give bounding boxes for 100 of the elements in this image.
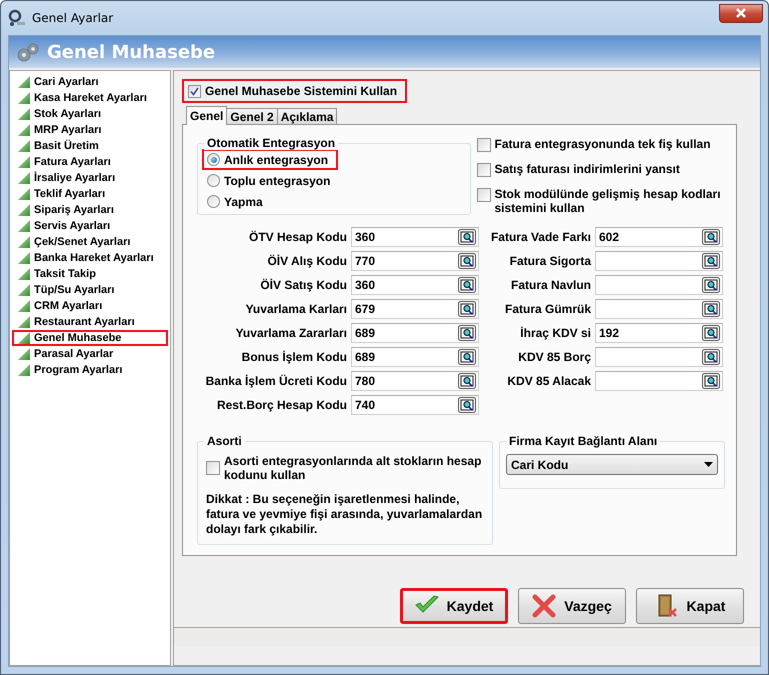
input-field[interactable]: 360 xyxy=(351,227,479,247)
lookup-icon[interactable] xyxy=(458,253,476,269)
lookup-icon[interactable] xyxy=(702,229,720,245)
input-field[interactable]: 780 xyxy=(351,371,479,391)
sidebar-item[interactable]: Parasal Ayarlar xyxy=(12,346,168,362)
field-label: ÖİV Satış Kodu xyxy=(259,278,347,292)
button[interactable]: Kapat xyxy=(636,588,744,624)
lookup-icon[interactable] xyxy=(702,349,720,365)
sidebar-item[interactable]: Cari Ayarları xyxy=(12,74,168,90)
checkbox[interactable] xyxy=(476,138,490,152)
gears-icon xyxy=(15,41,41,63)
sidebar-item[interactable]: Teklif Ayarları xyxy=(12,186,168,202)
input-field[interactable]: 602 xyxy=(595,227,723,247)
checkbox[interactable] xyxy=(476,163,490,177)
radio-option[interactable]: Yapma xyxy=(202,191,273,212)
tab[interactable]: Açıklama xyxy=(276,108,338,124)
triangle-icon xyxy=(18,76,30,88)
lookup-icon[interactable] xyxy=(458,349,476,365)
triangle-icon xyxy=(18,268,30,280)
sidebar-item[interactable]: Sipariş Ayarları xyxy=(12,202,168,218)
input-field[interactable]: 770 xyxy=(351,251,479,271)
triangle-icon xyxy=(18,124,30,136)
lookup-icon[interactable] xyxy=(458,301,476,317)
group-title: Otomatik Entegrasyon xyxy=(204,136,338,150)
lookup-icon[interactable] xyxy=(702,373,720,389)
close-icon xyxy=(735,8,747,18)
lookup-icon[interactable] xyxy=(458,277,476,293)
sidebar-item[interactable]: Program Ayarları xyxy=(12,362,168,378)
warning-note: Dikkat : Bu seçeneğin işaretlenmesi halinde, fatura ve yevmiye fişi arasında, yuvarlamalardan dolayı fark çıkabilir. xyxy=(206,492,484,537)
sidebar-item[interactable]: İrsaliye Ayarları xyxy=(12,170,168,186)
radio-option[interactable]: Anlık entegrasyon xyxy=(202,149,338,170)
lookup-icon[interactable] xyxy=(458,373,476,389)
sidebar-item[interactable]: Taksit Takip xyxy=(12,266,168,282)
input-field[interactable]: 740 xyxy=(351,395,479,415)
input-field[interactable]: 689 xyxy=(351,323,479,343)
sidebar-item[interactable]: Kasa Hareket Ayarları xyxy=(12,90,168,106)
checkbox-label: Satış faturası indirimlerini yansıt xyxy=(494,162,680,176)
lookup-icon[interactable] xyxy=(702,325,720,341)
checkbox-label: Fatura entegrasyonunda tek fiş kullan xyxy=(494,137,711,151)
button[interactable]: Kaydet xyxy=(400,588,508,624)
checkbox-label: Asorti entegrasyonlarında alt stokların hesap kodunu kullan xyxy=(224,454,482,482)
triangle-icon xyxy=(18,140,30,152)
dropdown[interactable]: Cari Kodu xyxy=(506,454,718,475)
checkbox[interactable] xyxy=(206,461,220,475)
triangle-icon xyxy=(18,188,30,200)
group-title: Firma Kayıt Bağlantı Alanı xyxy=(506,434,660,448)
sidebar-item[interactable]: Genel Muhasebe xyxy=(12,330,168,346)
sidebar-item[interactable]: Stok Ayarları xyxy=(12,106,168,122)
input-field[interactable] xyxy=(595,299,723,319)
sidebar-item[interactable]: Tüp/Su Ayarları xyxy=(12,282,168,298)
input-field[interactable] xyxy=(595,371,723,391)
sidebar-item[interactable]: Fatura Ayarları xyxy=(12,154,168,170)
sidebar-item[interactable]: MRP Ayarları xyxy=(12,122,168,138)
button[interactable]: Vazgeç xyxy=(518,588,626,624)
radio-button[interactable] xyxy=(207,153,220,166)
radio-button[interactable] xyxy=(207,174,220,187)
checkbox[interactable] xyxy=(188,84,201,98)
lookup-icon[interactable] xyxy=(458,325,476,341)
field-label: Rest.Borç Hesap Kodu xyxy=(216,398,347,412)
lookup-icon[interactable] xyxy=(702,301,720,317)
field-label: KDV 85 Borç xyxy=(517,350,591,364)
triangle-icon xyxy=(18,348,30,360)
input-field[interactable] xyxy=(595,251,723,271)
triangle-icon xyxy=(18,92,30,104)
tab[interactable]: Genel 2 xyxy=(226,108,278,124)
sidebar-item[interactable]: Servis Ayarları xyxy=(12,218,168,234)
field-label: ÖİV Alış Kodu xyxy=(266,254,347,268)
sidebar-item[interactable]: Basit Üretim xyxy=(12,138,168,154)
sidebar-item[interactable]: Çek/Senet Ayarları xyxy=(12,234,168,250)
triangle-icon xyxy=(18,300,30,312)
tab[interactable]: Genel xyxy=(186,106,228,125)
input-field[interactable] xyxy=(595,347,723,367)
lookup-icon[interactable] xyxy=(702,277,720,293)
triangle-icon xyxy=(18,364,30,376)
sidebar-item[interactable]: CRM Ayarları xyxy=(12,298,168,314)
field-label: KDV 85 Alacak xyxy=(506,374,591,388)
field-label: Fatura Navlun xyxy=(510,278,591,292)
radio-button[interactable] xyxy=(207,195,220,208)
input-field[interactable]: 689 xyxy=(351,347,479,367)
checkbox-label: Stok modülünde gelişmiş hesap kodları sistemini kullan xyxy=(494,187,722,215)
lookup-icon[interactable] xyxy=(702,253,720,269)
triangle-icon xyxy=(18,220,30,232)
field-label: Banka İşlem Ücreti Kodu xyxy=(204,374,347,388)
field-label: İhraç KDV si xyxy=(519,326,591,340)
input-field[interactable]: 679 xyxy=(351,299,479,319)
triangle-icon xyxy=(18,332,30,344)
triangle-icon xyxy=(18,252,30,264)
sidebar-item[interactable]: Banka Hareket Ayarları xyxy=(12,250,168,266)
sidebar-item[interactable]: Restaurant Ayarları xyxy=(12,314,168,330)
input-field[interactable] xyxy=(595,275,723,295)
lookup-icon[interactable] xyxy=(458,229,476,245)
cross-icon xyxy=(532,594,556,618)
lookup-icon[interactable] xyxy=(458,397,476,413)
input-field[interactable]: 360 xyxy=(351,275,479,295)
checkbox[interactable] xyxy=(476,188,490,202)
app-icon xyxy=(8,9,26,27)
input-field[interactable]: 192 xyxy=(595,323,723,343)
radio-option[interactable]: Toplu entegrasyon xyxy=(202,170,340,191)
field-label: Fatura Gümrük xyxy=(504,302,591,316)
close-button[interactable] xyxy=(719,4,763,22)
